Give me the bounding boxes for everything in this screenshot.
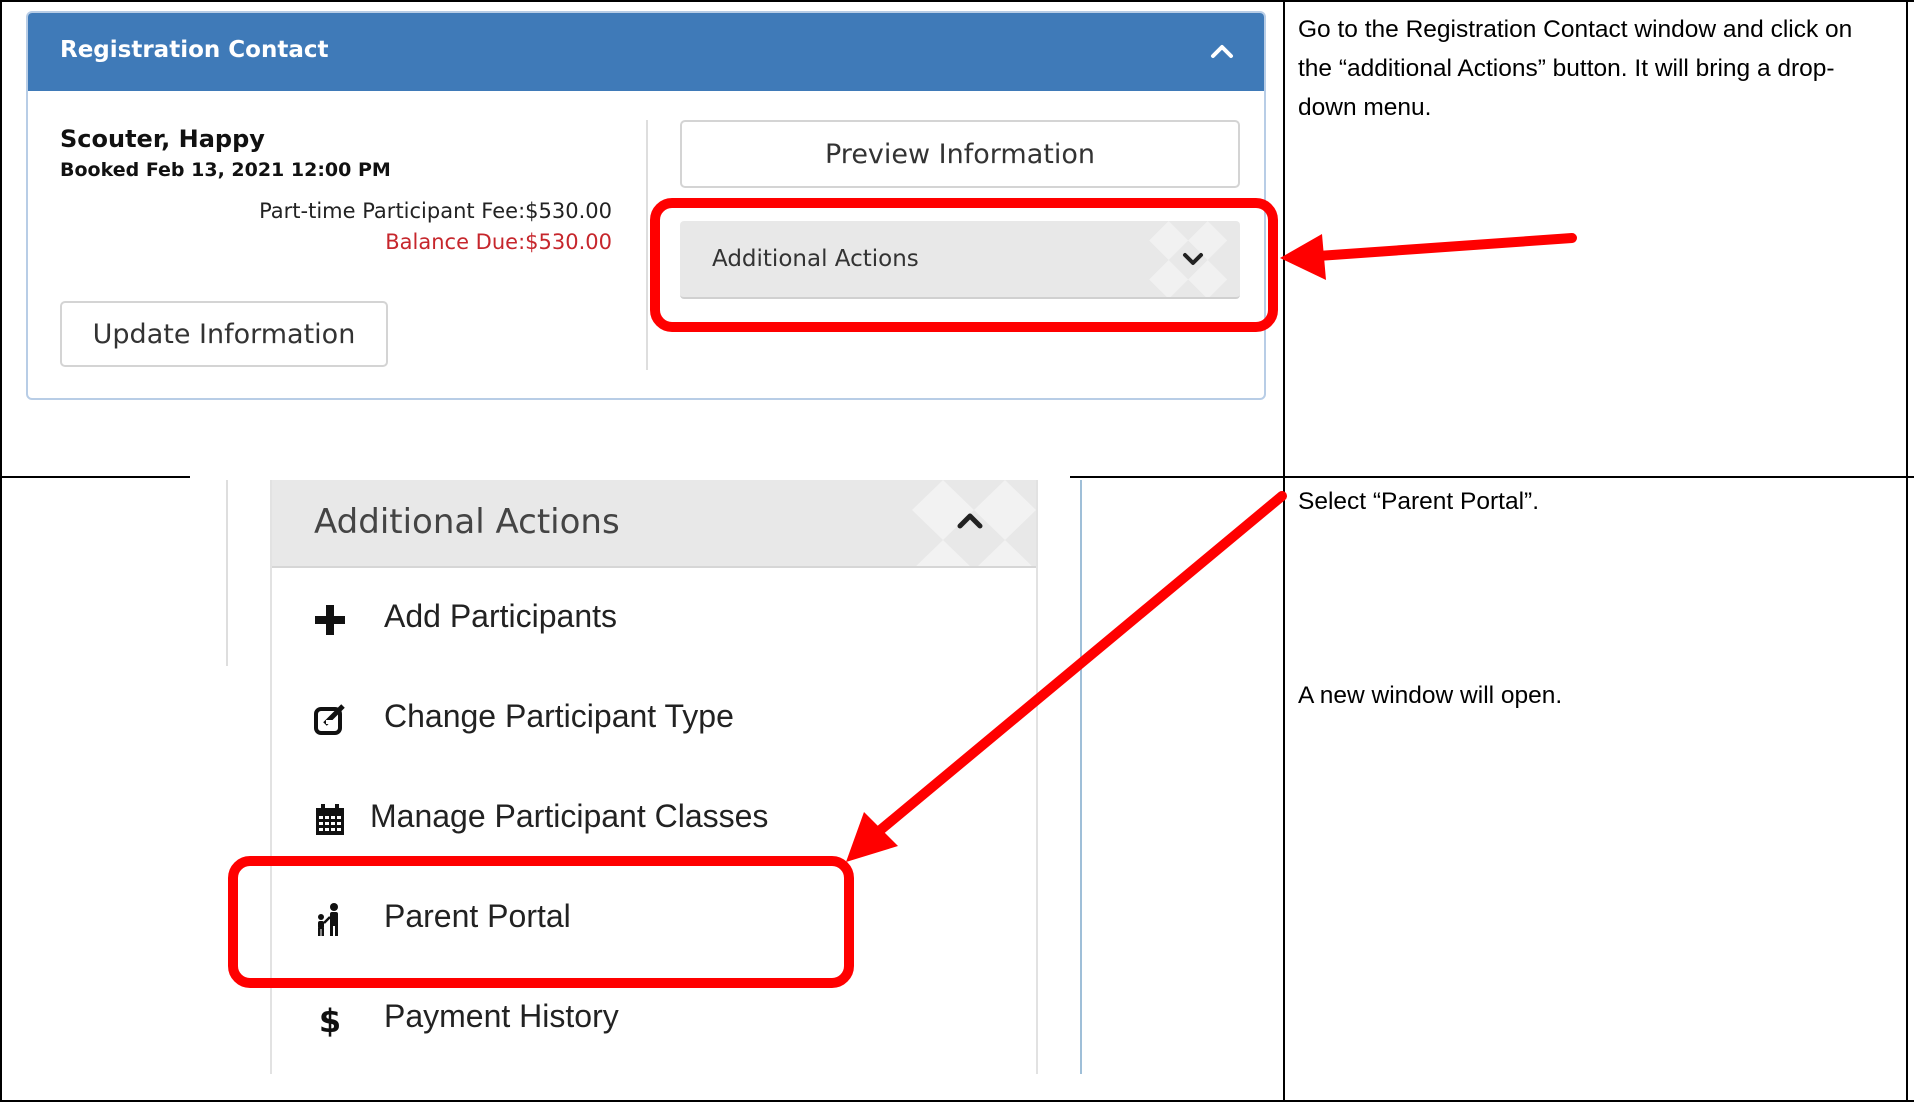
instruction-step-3: A new window will open.: [1298, 682, 1563, 709]
table-border-right: [1906, 0, 1908, 1102]
menu-item-payment-history[interactable]: $ Payment History: [272, 980, 1036, 1060]
background-divider: [226, 480, 228, 666]
menu-item-add-participants[interactable]: Add Participants: [272, 580, 1036, 660]
chevron-up-icon[interactable]: [1210, 41, 1234, 61]
booking-date: Booked Feb 13, 2021 12:00 PM: [60, 159, 391, 181]
menu-item-label: Add Participants: [384, 598, 618, 634]
table-border-top: [0, 0, 1914, 2]
chevron-up-icon[interactable]: [956, 510, 984, 530]
row-divider-cover-left: [190, 476, 1070, 478]
highlight-additional-actions: [650, 198, 1278, 332]
panel-title: Registration Contact: [60, 37, 329, 63]
table-border-left: [0, 0, 2, 1102]
highlight-parent-portal: [228, 856, 854, 988]
dropdown-header-label: Additional Actions: [314, 502, 620, 542]
plus-icon: [315, 605, 345, 635]
dollar-icon: $: [319, 1002, 341, 1038]
balance-due: Balance Due:$530.00: [385, 230, 612, 254]
menu-item-manage-participant-classes[interactable]: Manage Participant Classes: [272, 780, 1036, 860]
contact-name: Scouter, Happy: [60, 125, 265, 153]
menu-item-change-participant-type[interactable]: Change Participant Type: [272, 680, 1036, 760]
menu-item-label: Manage Participant Classes: [370, 798, 769, 834]
background-divider-blue: [1080, 480, 1082, 1074]
update-information-button[interactable]: Update Information: [60, 301, 388, 367]
instruction-step-1: Go to the Registration Contact window an…: [1298, 16, 1853, 121]
svg-text:$: $: [319, 1002, 341, 1038]
menu-item-label: Payment History: [384, 998, 619, 1034]
table-column-divider: [1283, 0, 1285, 1102]
edit-icon: [314, 704, 345, 735]
preview-information-button[interactable]: Preview Information: [680, 120, 1240, 188]
arrow-to-additional-actions: [1280, 233, 1577, 280]
panel-header[interactable]: Registration Contact: [28, 13, 1264, 91]
dropdown-header[interactable]: Additional Actions: [272, 480, 1036, 568]
participant-fee: Part-time Participant Fee:$530.00: [259, 199, 612, 223]
menu-item-label: Change Participant Type: [384, 698, 734, 734]
menu-border-right: [1036, 480, 1038, 1074]
calendar-icon: [316, 804, 344, 835]
panel-divider: [646, 120, 648, 370]
instruction-step-2: Select “Parent Portal”.: [1298, 488, 1540, 515]
